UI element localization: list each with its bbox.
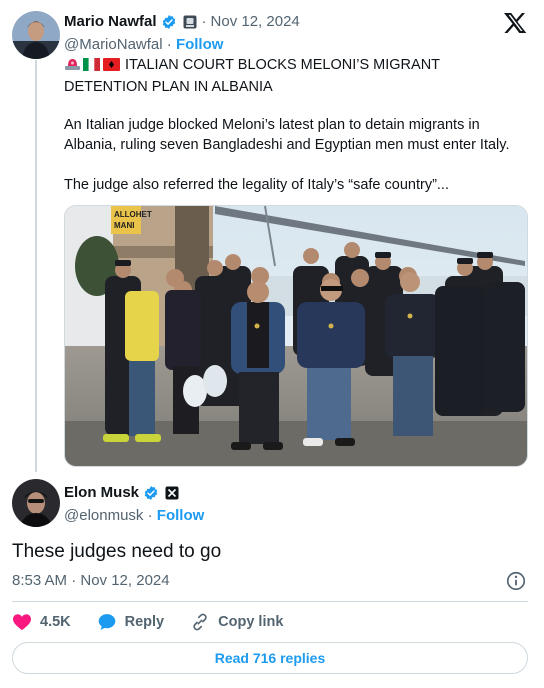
italy-flag-icon	[83, 57, 100, 77]
read-replies-button[interactable]: Read 716 replies	[12, 642, 528, 674]
verified-badge-icon	[162, 14, 175, 29]
author-handle[interactable]: @MarioNawfal	[64, 36, 163, 53]
quoted-tweet-date[interactable]: Nov 12, 2024	[211, 13, 300, 30]
follow-button[interactable]: Follow	[157, 507, 205, 524]
separator-dot: ·	[166, 36, 172, 53]
copy-link-label: Copy link	[218, 614, 284, 630]
reply-button[interactable]: Reply	[97, 612, 165, 632]
like-button[interactable]: 4.5K	[12, 613, 71, 631]
svg-text:MANI: MANI	[114, 221, 134, 230]
author-name[interactable]: Elon Musk	[64, 484, 139, 501]
info-icon[interactable]	[505, 570, 527, 592]
quoted-tweet-header: Mario Nawfal · Nov 12, 2024	[64, 13, 300, 30]
quoted-headline: ITALIAN COURT BLOCKS MELONI’S MIGRANT DE…	[64, 55, 526, 97]
separator-dot: ·	[201, 13, 207, 30]
tweet-text: These judges need to go	[12, 541, 222, 562]
quoted-handle-row: @MarioNawfal · Follow	[64, 36, 223, 53]
author-handle[interactable]: @elonmusk	[64, 507, 143, 524]
action-bar: 4.5K Reply Copy link	[12, 611, 309, 633]
x-logo-icon[interactable]	[503, 11, 527, 35]
link-icon	[193, 613, 207, 631]
main-tweet-header: Elon Musk	[64, 484, 179, 501]
siren-emoji-icon	[64, 57, 81, 77]
like-count: 4.5K	[40, 614, 71, 630]
main-handle-row: @elonmusk · Follow	[64, 507, 204, 524]
headline-text: ITALIAN COURT BLOCKS MELONI’S MIGRANT DE…	[64, 57, 440, 95]
avatar-mario-nawfal[interactable]	[12, 11, 60, 59]
x-affiliate-badge-icon	[165, 486, 179, 499]
albania-flag-icon	[103, 57, 120, 77]
follow-button[interactable]: Follow	[176, 36, 224, 53]
heart-icon	[13, 614, 31, 631]
quoted-paragraph-1: An Italian judge blocked Meloni’s latest…	[64, 117, 510, 153]
separator-dot: ·	[147, 507, 153, 524]
divider	[12, 601, 528, 602]
author-name[interactable]: Mario Nawfal	[64, 13, 157, 30]
reply-label: Reply	[124, 614, 165, 630]
quoted-paragraph-2: The judge also referred the legality of …	[64, 177, 449, 193]
sign-text: ALLOHET	[114, 210, 152, 219]
quoted-media-image[interactable]: ALLOHET MANI	[64, 205, 528, 467]
affiliate-badge-icon	[183, 15, 197, 28]
avatar-elon-musk[interactable]	[12, 479, 60, 527]
verified-badge-icon	[144, 485, 158, 500]
tweet-timestamp[interactable]: 8:53 AM · Nov 12, 2024	[12, 572, 170, 589]
copy-link-button[interactable]: Copy link	[190, 612, 283, 632]
thread-connector-line	[35, 60, 37, 472]
reply-bubble-icon	[98, 614, 115, 630]
